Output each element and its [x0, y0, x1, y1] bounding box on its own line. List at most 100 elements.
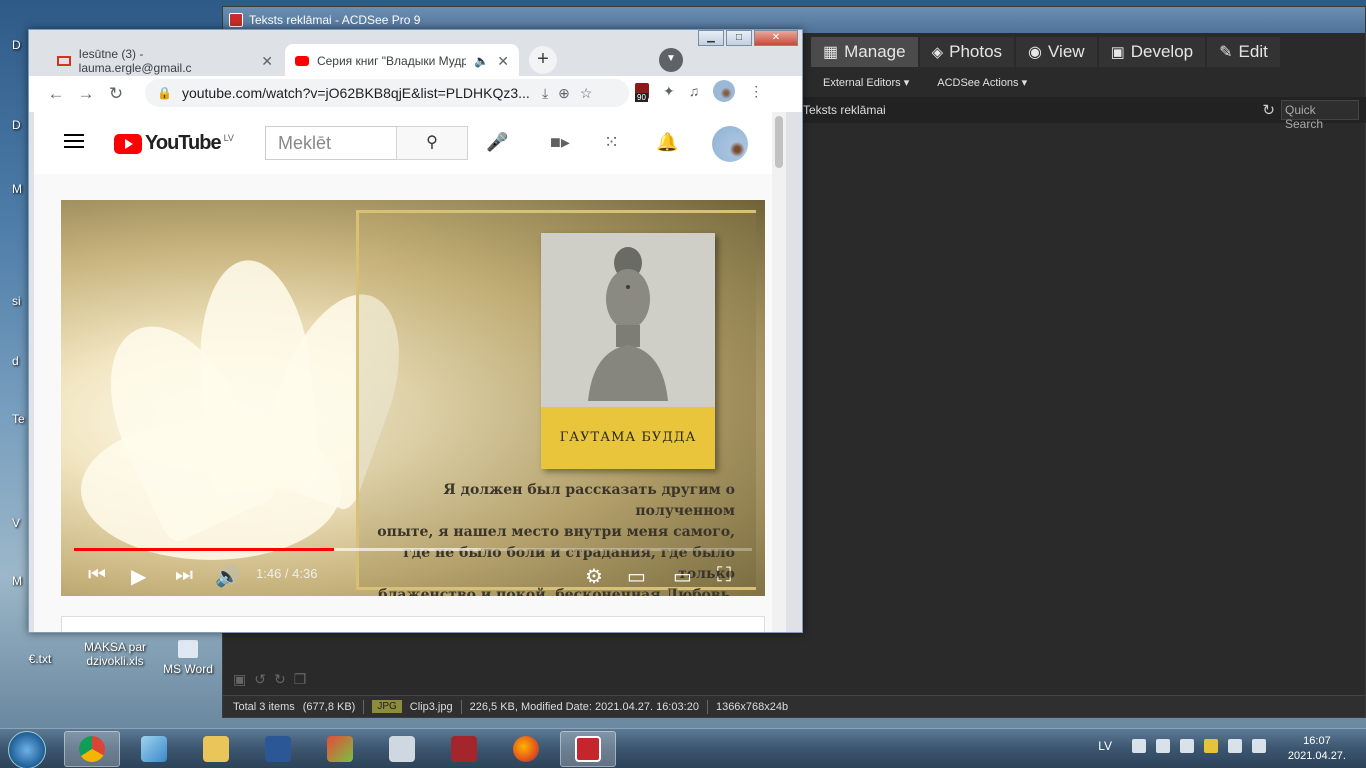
calculator-icon: [389, 736, 415, 762]
zoom-icon[interactable]: ⊕: [558, 85, 570, 102]
photos-icon: ◈: [931, 44, 944, 61]
lock-icon[interactable]: 🔒: [157, 86, 172, 100]
firefox-icon: [513, 736, 539, 762]
image-icon[interactable]: ▣: [233, 671, 246, 688]
menu-hamburger-icon[interactable]: [64, 134, 84, 152]
taskbar-word[interactable]: [250, 731, 306, 767]
acdsee-mode-bar: ▦ Manage ◈ Photos ◉ View ▣ Develop ✎ Edi…: [811, 37, 1280, 71]
page-scrollbar[interactable]: [772, 112, 786, 632]
menu-acdsee-actions[interactable]: ACDSee Actions ▾: [937, 76, 1027, 89]
status-dimensions: 1366x768x24b: [715, 700, 789, 713]
new-tab-button[interactable]: +: [529, 46, 557, 74]
usb-icon[interactable]: [1180, 739, 1194, 753]
desktop-edge-label: M: [12, 182, 22, 196]
time-display: 1:46 / 4:36: [256, 566, 318, 581]
language-indicator[interactable]: LV: [1098, 739, 1112, 753]
word-icon: [265, 736, 291, 762]
desktop-edge-label: Te: [12, 412, 25, 426]
develop-icon: ▣: [1110, 44, 1125, 61]
menu-external-editors[interactable]: External Editors ▾: [823, 76, 909, 89]
acdsee-menu-bar: External Editors ▾ ACDSee Actions ▾: [823, 71, 1027, 93]
install-icon[interactable]: ⤓: [542, 85, 548, 102]
youtube-header: YouTube LV Meklēt ⚲ 🎤 ■▸ ⁙ 🔔: [34, 112, 786, 174]
tab-gmail[interactable]: Iesūtne (3) - lauma.ergle@gmail.c ✕: [47, 44, 283, 78]
mode-manage[interactable]: ▦ Manage: [811, 37, 918, 67]
volume-icon[interactable]: 🔊: [215, 564, 240, 589]
extension-shield-icon[interactable]: 90: [635, 83, 649, 102]
apps-grid-icon[interactable]: ⁙: [604, 132, 619, 153]
mode-photos[interactable]: ◈ Photos: [919, 37, 1015, 67]
address-bar[interactable]: 🔒 youtube.com/watch?v=jO62BKB8qjE&list=P…: [145, 79, 629, 107]
desktop-icon-msword[interactable]: MS Word: [158, 640, 218, 676]
taskbar-chrome[interactable]: [64, 731, 120, 767]
desktop-icon-xls[interactable]: MAKSA par dzivokli.xls: [80, 640, 150, 668]
quote-line: Я должен был рассказать другим о получен…: [443, 482, 735, 519]
mode-edit[interactable]: ✎ Edit: [1207, 37, 1280, 67]
flag-icon[interactable]: [1156, 739, 1170, 753]
mode-view[interactable]: ◉ View: [1016, 37, 1097, 67]
close-tab-icon[interactable]: ✕: [497, 53, 509, 70]
fullscreen-icon[interactable]: ⛶: [717, 564, 731, 587]
refresh-icon[interactable]: ↻: [1262, 101, 1275, 119]
rotate-right-icon[interactable]: ↻: [274, 671, 286, 688]
tab-youtube[interactable]: Серия книг "Владыки Мудро 🔈 ✕: [285, 44, 519, 78]
shield-icon[interactable]: [1204, 739, 1218, 753]
book-cover: ГАУТАМА БУДДА: [541, 233, 715, 469]
network-icon[interactable]: [1228, 739, 1242, 753]
next-icon[interactable]: ⏭: [175, 564, 193, 587]
below-video-panel: [61, 616, 765, 632]
copy-icon[interactable]: ❐: [294, 671, 307, 688]
rotate-left-icon[interactable]: ↺: [254, 671, 266, 688]
mode-develop[interactable]: ▣ Develop: [1098, 37, 1206, 67]
status-details: 226,5 KB, Modified Date: 2021.04.27. 16:…: [469, 700, 699, 713]
editor-icon: [327, 736, 353, 762]
theater-mode-icon[interactable]: ▭: [673, 564, 692, 589]
account-avatar[interactable]: [712, 126, 748, 162]
progress-bar[interactable]: [74, 548, 752, 551]
clock[interactable]: 16:07 2021.04.27.: [1288, 734, 1346, 764]
taskbar-editor[interactable]: [312, 731, 368, 767]
buddha-bust-image: [588, 247, 668, 401]
display-icon[interactable]: [1132, 739, 1146, 753]
extensions-puzzle-icon[interactable]: ✦: [663, 83, 675, 100]
chrome-menu-icon[interactable]: ⋮: [749, 83, 763, 100]
start-button[interactable]: [8, 731, 46, 768]
miniplayer-icon[interactable]: ▭: [627, 564, 646, 589]
volume-tray-icon[interactable]: [1252, 739, 1266, 753]
video-player[interactable]: ГАУТАМА БУДДА Я должен был рассказать др…: [61, 200, 765, 596]
folder-path[interactable]: Teksts reklāmai: [803, 103, 886, 117]
tab-title: Серия книг "Владыки Мудро: [316, 54, 467, 68]
media-control-icon[interactable]: ♫: [689, 83, 700, 99]
microphone-icon[interactable]: 🎤: [486, 132, 508, 153]
forward-button[interactable]: →: [71, 84, 101, 104]
search-button[interactable]: ⚲: [396, 126, 468, 160]
taskbar-app-blue[interactable]: [126, 731, 182, 767]
desktop-icon-label: MS Word: [163, 662, 213, 676]
youtube-logo[interactable]: YouTube LV: [114, 132, 234, 155]
settings-gear-icon[interactable]: ⚙: [585, 564, 603, 589]
close-tab-icon[interactable]: ✕: [261, 53, 273, 70]
taskbar-explorer[interactable]: [188, 731, 244, 767]
play-icon[interactable]: ▶: [131, 564, 146, 589]
bookmark-star-icon[interactable]: ☆: [580, 85, 593, 102]
audio-playing-icon[interactable]: 🔈: [474, 54, 489, 68]
back-button[interactable]: ←: [41, 84, 71, 104]
played-bar: [74, 548, 335, 551]
previous-icon[interactable]: ⏮: [88, 564, 106, 587]
taskbar-firefox[interactable]: [498, 731, 554, 767]
chrome-icon: [79, 736, 105, 762]
tab-search-button[interactable]: ▼: [659, 48, 683, 72]
taskbar-app-red[interactable]: [436, 731, 492, 767]
scrollbar-thumb[interactable]: [775, 116, 783, 168]
reload-button[interactable]: ↻: [101, 84, 131, 104]
taskbar-calculator[interactable]: [374, 731, 430, 767]
create-video-icon[interactable]: ■▸: [550, 132, 570, 153]
desktop-icon-txt[interactable]: €.txt: [10, 652, 70, 666]
search-input[interactable]: Meklēt: [265, 126, 397, 160]
taskbar-acdsee[interactable]: [560, 731, 616, 767]
status-total: Total 3 items: [233, 700, 295, 713]
menu-label: ACDSee Actions: [937, 76, 1019, 89]
profile-avatar[interactable]: [713, 80, 736, 102]
notifications-bell-icon[interactable]: 🔔: [656, 132, 678, 153]
quick-search-input[interactable]: Quick Search: [1281, 100, 1359, 131]
